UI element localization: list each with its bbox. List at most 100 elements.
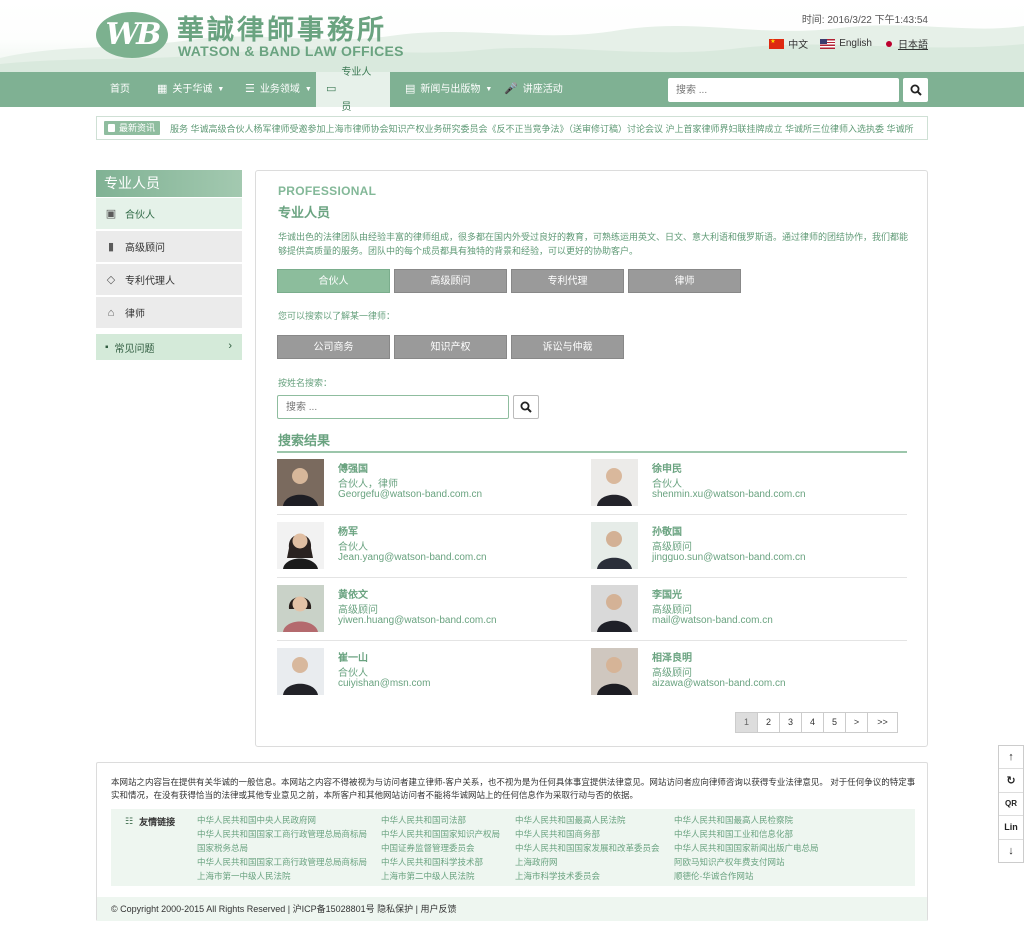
main-content: PROFESSIONAL 专业人员 华诚出色的法律团队由经验丰富的律师组成，很多… — [255, 170, 928, 747]
person-email[interactable]: yiwen.huang@watson-band.com.cn — [338, 615, 497, 626]
footer-link[interactable]: 中华人民共和国工业和信息化部 — [674, 828, 793, 840]
sidebar-item-patent-agents[interactable]: ◇ 专利代理人 — [96, 264, 242, 296]
person-photo[interactable] — [277, 585, 324, 632]
portrait-icon — [277, 648, 324, 695]
sidebar-item-lawyers[interactable]: ⌂ 律师 — [96, 297, 242, 329]
nav-home[interactable]: 首页 — [100, 72, 140, 107]
sidebar-faq[interactable]: ▪ 常见问题 › — [96, 334, 242, 360]
person-card[interactable]: 李国光 高级顾问 mail@watson-band.com.cn — [591, 585, 906, 648]
page-4-button[interactable]: 4 — [801, 712, 824, 733]
footer-link[interactable]: 中华人民共和国最高人民检察院 — [674, 814, 793, 826]
person-card[interactable]: 黄依文 高级顾问 yiwen.huang@watson-band.com.cn — [277, 585, 592, 648]
footer-link[interactable]: 中华人民共和国国家工商行政管理总局商标局 — [197, 856, 367, 868]
book-icon: ▮ — [107, 240, 115, 253]
last-page-button[interactable]: >> — [867, 712, 898, 733]
footer-link[interactable]: 中华人民共和国最高人民法院 — [515, 814, 626, 826]
card-icon: ▭ — [326, 83, 337, 95]
page-1-button[interactable]: 1 — [735, 712, 758, 733]
arrow-up-icon[interactable]: ↑ — [999, 746, 1023, 770]
nav-professionals[interactable]: ▭ 专业人员 — [316, 67, 390, 113]
footer-link[interactable]: 国家税务总局 — [197, 842, 248, 854]
ticker-text[interactable]: 服务 华诚高级合伙人杨军律师受邀参加上海市律师协会知识产权业务研究委员会《反不正… — [170, 122, 914, 135]
person-photo[interactable] — [591, 585, 638, 632]
footer-link[interactable]: 上海市科学技术委员会 — [515, 870, 600, 882]
filter-patent-agents-button[interactable]: 专利代理 — [511, 269, 624, 293]
name-search-input[interactable] — [277, 395, 509, 419]
filter-ip-button[interactable]: 知识产权 — [394, 335, 507, 359]
person-name[interactable]: 黄依文 — [338, 586, 368, 601]
footer-link[interactable]: 上海政府网 — [515, 856, 558, 868]
person-name[interactable]: 相泽良明 — [652, 649, 692, 664]
person-card[interactable]: 崔一山 合伙人 cuiyishan@msn.com — [277, 648, 592, 711]
refresh-icon[interactable]: ↻ — [999, 769, 1023, 793]
person-email[interactable]: Georgefu@watson-band.com.cn — [338, 489, 482, 500]
footer-link[interactable]: 中华人民共和国国家知识产权局 — [381, 828, 500, 840]
qr-code-icon[interactable]: QR — [999, 793, 1023, 817]
page-2-button[interactable]: 2 — [757, 712, 780, 733]
person-card[interactable]: 徐申民 合伙人 shenmin.xu@watson-band.com.cn — [591, 459, 906, 522]
person-email[interactable]: aizawa@watson-band.com.cn — [652, 678, 786, 689]
footer-link[interactable]: 中华人民共和国中央人民政府网 — [197, 814, 316, 826]
lang-english[interactable]: English — [820, 36, 872, 51]
site-search-button[interactable] — [903, 78, 928, 102]
footer-link[interactable]: 阿欧马知识产权年费支付网站 — [674, 856, 785, 868]
sidebar-item-senior-counsel[interactable]: ▮ 高级顾问 — [96, 231, 242, 263]
person-card[interactable]: 杨军 合伙人 Jean.yang@watson-band.com.cn — [277, 522, 592, 585]
person-title: 合伙人，律师 — [338, 479, 398, 490]
filter-corporate-button[interactable]: 公司商务 — [277, 335, 390, 359]
person-photo[interactable] — [277, 648, 324, 695]
person-photo[interactable] — [591, 648, 638, 695]
nav-practice[interactable]: ☰ 业务领域 ▼ — [235, 72, 322, 107]
person-photo[interactable] — [277, 522, 324, 569]
person-photo[interactable] — [591, 459, 638, 506]
lang-chinese[interactable]: 中文 — [769, 36, 808, 51]
footer-link[interactable]: 顺德伦-华诚合作网站 — [674, 870, 753, 882]
person-email[interactable]: mail@watson-band.com.cn — [652, 615, 773, 626]
person-name[interactable]: 杨军 — [338, 523, 358, 538]
person-name[interactable]: 傅强国 — [338, 460, 368, 475]
person-name[interactable]: 孙敬国 — [652, 523, 682, 538]
building-icon: ⌂ — [107, 306, 115, 319]
page-5-button[interactable]: 5 — [823, 712, 846, 733]
filter-senior-counsel-button[interactable]: 高级顾问 — [394, 269, 507, 293]
name-search-button[interactable] — [513, 395, 539, 419]
person-name[interactable]: 徐申民 — [652, 460, 682, 475]
footer-link[interactable]: 中国证券监督管理委员会 — [381, 842, 475, 854]
person-photo[interactable] — [591, 522, 638, 569]
footer-link[interactable]: 上海市第二中级人民法院 — [381, 870, 475, 882]
footer-link[interactable]: 中华人民共和国司法部 — [381, 814, 466, 826]
person-card[interactable]: 傅强国 合伙人，律师 Georgefu@watson-band.com.cn — [277, 459, 592, 522]
sidebar-item-partners[interactable]: ▣ 合伙人 — [96, 198, 242, 230]
footer-link[interactable]: 中华人民共和国国家新闻出版广电总局 — [674, 842, 819, 854]
linkedin-icon[interactable]: Lin — [999, 816, 1023, 840]
logo-icon[interactable]: WB — [96, 12, 168, 58]
next-page-button[interactable]: > — [845, 712, 868, 733]
filter-lawyers-button[interactable]: 律师 — [628, 269, 741, 293]
footer-link[interactable]: 上海市第一中级人民法院 — [197, 870, 291, 882]
nav-about[interactable]: ▦ 关于华诚 ▼ — [147, 72, 234, 107]
person-card[interactable]: 相泽良明 高级顾问 aizawa@watson-band.com.cn — [591, 648, 906, 711]
person-card[interactable]: 孙敬国 高级顾问 jingguo.sun@watson-band.com.cn — [591, 522, 906, 585]
nav-news[interactable]: ▤ 新闻与出版物 ▼ — [395, 72, 502, 107]
filter-partners-button[interactable]: 合伙人 — [277, 269, 390, 293]
person-email[interactable]: shenmin.xu@watson-band.com.cn — [652, 489, 806, 500]
person-email[interactable]: cuiyishan@msn.com — [338, 678, 430, 689]
person-email[interactable]: Jean.yang@watson-band.com.cn — [338, 552, 487, 563]
arrow-down-icon[interactable]: ↓ — [999, 840, 1023, 863]
filter-litigation-button[interactable]: 诉讼与仲裁 — [511, 335, 624, 359]
person-name[interactable]: 崔一山 — [338, 649, 368, 664]
footer-link[interactable]: 中华人民共和国国家发展和改革委员会 — [515, 842, 660, 854]
nav-events[interactable]: 🎤 讲座活动 — [494, 72, 573, 107]
person-photo[interactable] — [277, 459, 324, 506]
lang-japanese[interactable]: 日本語 — [884, 36, 928, 51]
site-search-input[interactable] — [668, 78, 899, 102]
person-name[interactable]: 李国光 — [652, 586, 682, 601]
friendly-links: ☷ 友情链接 中华人民共和国中央人民政府网 中华人民共和国国家工商行政管理总局商标… — [111, 809, 915, 886]
main-nav: 首页 ▦ 关于华诚 ▼ ☰ 业务领域 ▼ ▭ 专业人员 ▤ 新闻与出版物 ▼ 🎤 讲座活动 — [0, 67, 1024, 113]
footer-link[interactable]: 中华人民共和国科学技术部 — [381, 856, 483, 868]
person-email[interactable]: jingguo.sun@watson-band.com.cn — [652, 552, 806, 563]
logo-chinese-name[interactable]: 華誠律師事務所 — [177, 8, 387, 47]
footer-link[interactable]: 中华人民共和国国家工商行政管理总局商标局 — [197, 828, 367, 840]
page-3-button[interactable]: 3 — [779, 712, 802, 733]
footer-link[interactable]: 中华人民共和国商务部 — [515, 828, 600, 840]
